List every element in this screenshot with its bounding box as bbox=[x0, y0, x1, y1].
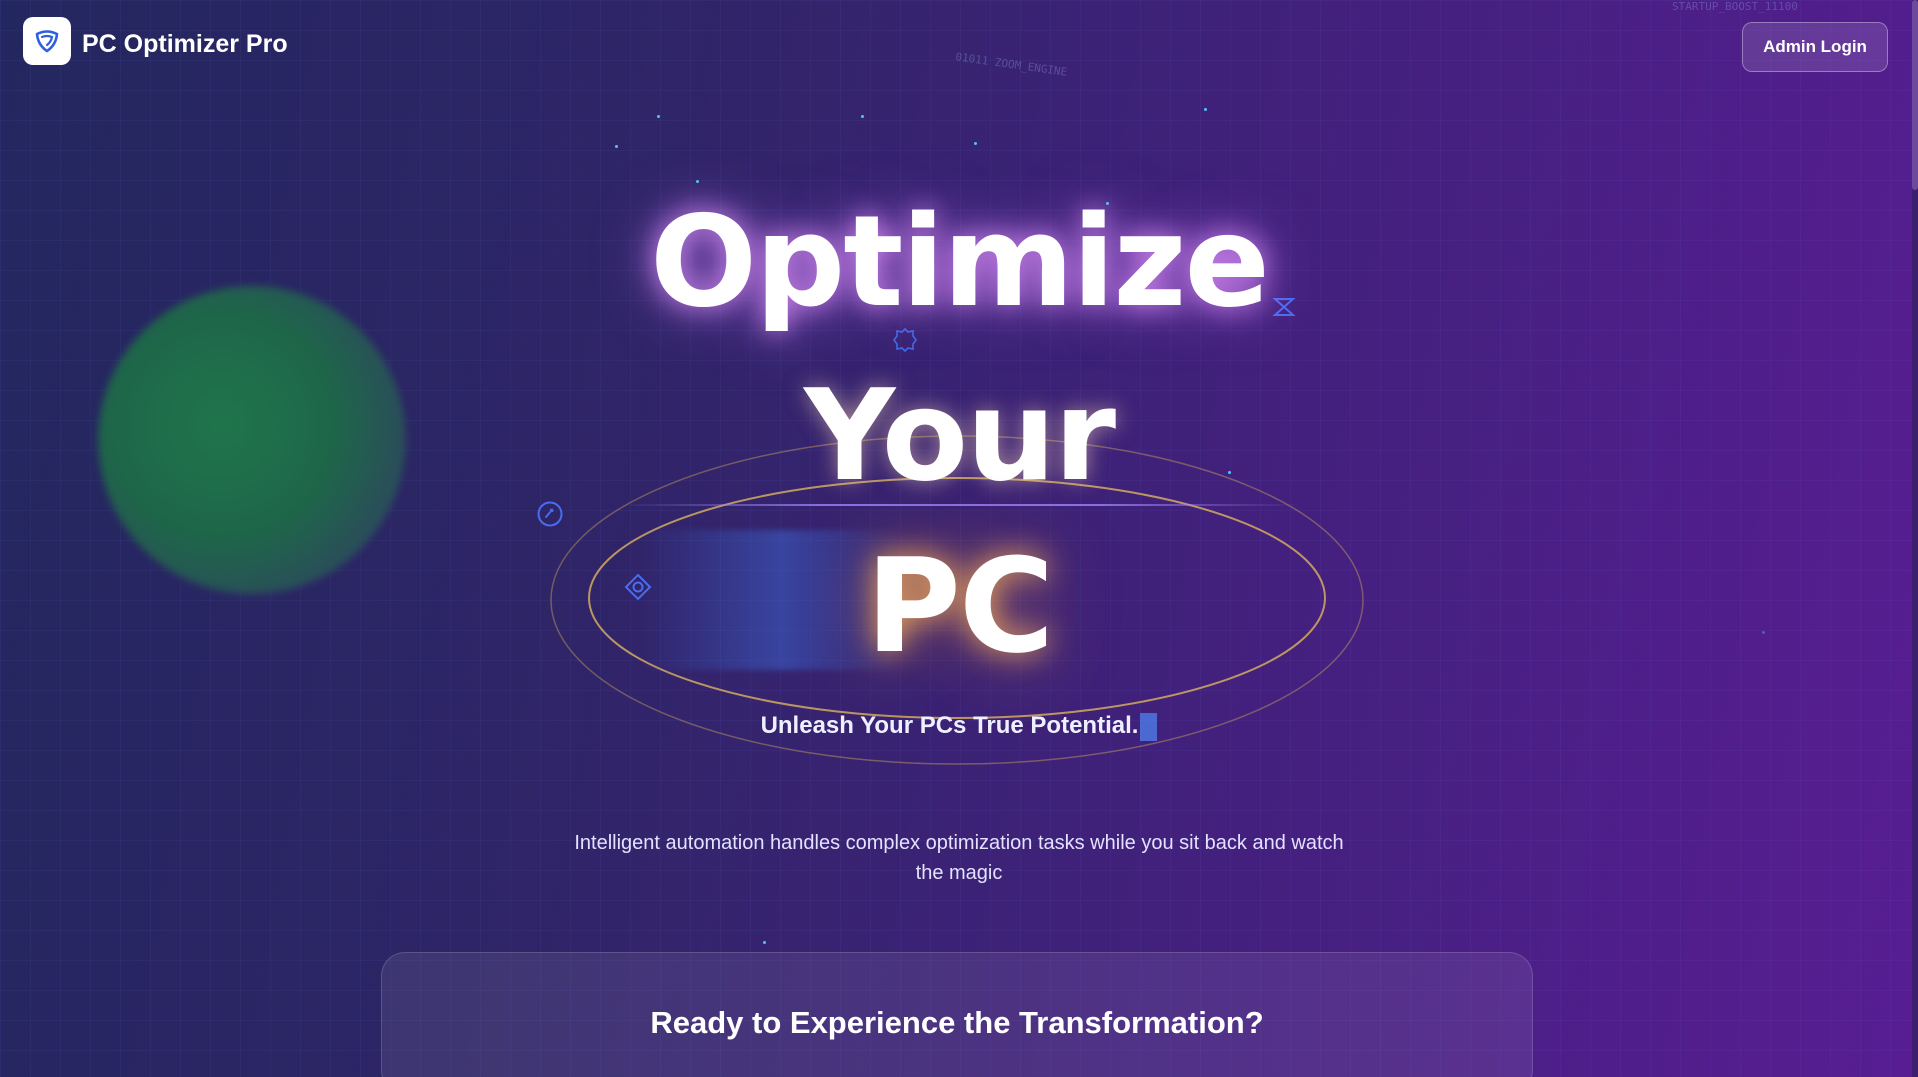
cta-card-title: Ready to Experience the Transformation? bbox=[650, 1005, 1264, 1040]
cta-card: Ready to Experience the Transformation? bbox=[381, 952, 1533, 1077]
particle-dot bbox=[1204, 108, 1207, 111]
typing-cursor bbox=[1140, 712, 1158, 741]
tagline-text: Unleash Your PCs True Potential. bbox=[760, 712, 1139, 739]
admin-login-button[interactable]: Admin Login bbox=[1742, 22, 1888, 72]
hero-title-line-1: Optimize bbox=[650, 188, 1270, 335]
hero-title-line-3: PC bbox=[865, 530, 1055, 682]
hero-description: Intelligent automation handles complex o… bbox=[574, 832, 1344, 884]
hero-title-line-2: Your bbox=[803, 362, 1116, 509]
scrollbar-thumb[interactable] bbox=[1912, 0, 1918, 190]
particle-dot bbox=[763, 941, 766, 944]
particle-dot bbox=[974, 142, 977, 145]
hero-tagline: Unleash Your PCs True Potential. bbox=[0, 712, 1918, 741]
particle-dot bbox=[861, 115, 864, 118]
scrollbar-track[interactable] bbox=[1912, 0, 1918, 1077]
app-logo[interactable] bbox=[23, 17, 71, 65]
shield-icon bbox=[35, 30, 59, 53]
brand-name[interactable]: PC Optimizer Pro bbox=[82, 30, 288, 59]
particle-dot bbox=[615, 145, 618, 148]
particle-dot bbox=[696, 180, 699, 183]
particle-dot bbox=[657, 115, 660, 118]
top-header: PC Optimizer Pro Admin Login bbox=[0, 0, 1912, 94]
